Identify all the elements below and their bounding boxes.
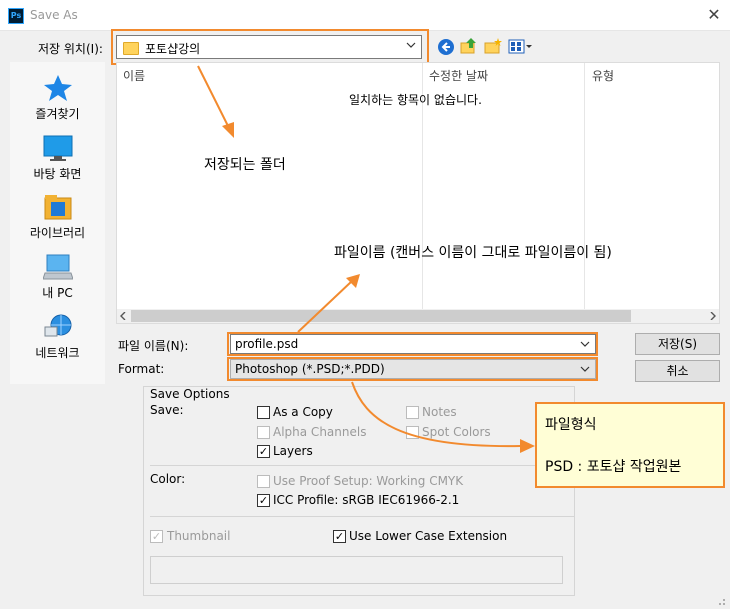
folder-annotation: 저장되는 폴더 <box>204 157 286 173</box>
format-note-title: 파일형식 <box>545 417 597 433</box>
filename-annotation: 파일이름 (캔버스 이름이 그대로 파일이름이 됨) <box>334 245 612 261</box>
format-arrowhead <box>520 439 535 453</box>
folder-arrow-line <box>197 65 230 129</box>
resize-grip-icon[interactable] <box>714 594 726 606</box>
folder-arrowhead <box>222 122 234 138</box>
format-note-desc: PSD : 포토샵 작업원본 <box>545 459 682 475</box>
format-arrow-line <box>351 381 521 448</box>
annotation-arrows <box>197 65 535 453</box>
filename-arrow-line <box>297 280 353 333</box>
format-annotation-note: 파일형식 PSD : 포토샵 작업원본 <box>535 402 725 488</box>
